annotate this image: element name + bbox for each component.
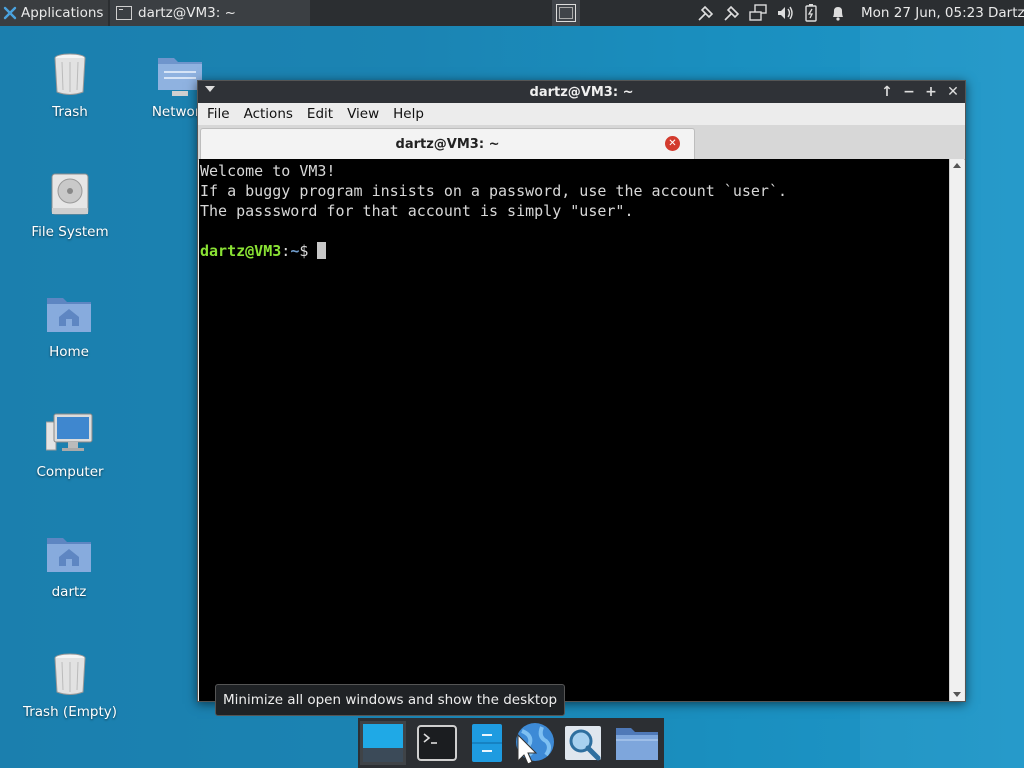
network-disconnected-icon[interactable] [696,3,716,23]
terminal-icon [417,725,457,761]
window-menu-icon[interactable] [205,86,215,92]
desktop-icon-label: Trash (Empty) [22,704,118,720]
window-title: dartz@VM3: ~ [529,84,634,100]
terminal-icon [116,6,132,20]
top-panel: Applications dartz@VM3: ~ Mon 27 Jun, 05… [0,0,1024,26]
terminal-line: Welcome to VM3! [200,162,336,180]
terminal-tab[interactable]: dartz@VM3: ~ ✕ [200,128,695,159]
show-desktop-icon [363,724,403,762]
xfce-mouse-icon [3,6,17,20]
user-menu[interactable]: Dartz [988,0,1024,26]
desktop-icon-dartz[interactable]: dartz [19,530,119,600]
window-titlebar[interactable]: dartz@VM3: ~ ↑ − + ✕ [198,81,965,103]
home-folder-icon [47,538,91,572]
web-browser-icon [516,723,554,765]
minimize-button[interactable]: − [898,81,920,103]
home-folder-icon [47,298,91,332]
tab-title: dartz@VM3: ~ [395,136,500,152]
tab-close-icon[interactable]: ✕ [665,136,680,151]
scroll-down-arrow-icon[interactable] [953,692,961,697]
desktop-icon-label: File System [31,224,109,240]
desktop-icon-label: Computer [36,464,104,480]
dock-file-manager-button[interactable] [464,721,510,765]
menu-actions[interactable]: Actions [237,106,300,122]
terminal-prompt-line: dartz@VM3:~$ [200,241,950,261]
text-cursor [317,242,327,259]
dock-show-desktop-button[interactable] [360,721,406,765]
app-finder-icon [565,726,601,761]
desktop-icon-label: dartz [51,584,87,600]
computer-icon [46,413,93,451]
show-desktop-button[interactable] [552,0,580,26]
volume-icon[interactable] [775,3,795,23]
battery-icon[interactable] [801,3,821,23]
applications-menu[interactable]: Applications [0,0,108,26]
desktop-icon-trash-empty[interactable]: Trash (Empty) [20,650,120,720]
dock-app-finder-button[interactable] [560,721,606,765]
menu-edit[interactable]: Edit [300,106,340,122]
terminal-output[interactable]: Welcome to VM3! If a buggy program insist… [199,159,950,701]
tab-bar: dartz@VM3: ~ ✕ [198,125,965,160]
scroll-up-arrow-icon[interactable] [953,163,961,168]
desktop-icon-file-system[interactable]: File System [20,170,120,240]
applications-label: Applications [21,5,104,21]
desktop-icon-home[interactable]: Home [19,290,119,360]
folder-icon [616,728,658,760]
desktop-icon-trash[interactable]: Trash [20,50,120,120]
dock-terminal-button[interactable] [414,721,460,765]
clock[interactable]: Mon 27 Jun, 05:23 [861,0,984,26]
menu-bar: File Actions Edit View Help [198,103,965,125]
hard-drive-icon [51,173,89,215]
dock-folder-button[interactable] [614,721,660,765]
menu-file[interactable]: File [200,106,237,122]
trash-icon [54,53,86,95]
maximize-button[interactable]: + [920,81,942,103]
menu-help[interactable]: Help [386,106,431,122]
taskbar-terminal-button[interactable]: dartz@VM3: ~ [110,0,310,26]
prompt-colon: : [281,242,291,260]
taskbar-terminal-label: dartz@VM3: ~ [138,5,236,21]
desktop-icon-computer[interactable]: Computer [20,410,120,480]
network-wired-icon[interactable] [748,3,768,23]
file-manager-icon [472,724,502,762]
dock-web-browser-button[interactable] [511,721,557,765]
terminal-line: If a buggy program insists on a password… [200,182,787,200]
terminal-window: dartz@VM3: ~ ↑ − + ✕ File Actions Edit V… [197,80,966,702]
trash-icon [54,653,86,695]
desktop-icon-label: Trash [52,104,88,120]
prompt-user: dartz@VM3 [200,242,282,260]
network-disconnected-icon[interactable] [722,3,742,23]
prompt-path: ~ [290,242,300,260]
terminal-line: The passsword for that account is simply… [200,202,634,220]
vertical-scrollbar[interactable] [949,159,964,701]
bottom-dock [358,718,664,768]
tooltip: Minimize all open windows and show the d… [215,684,566,716]
menu-view[interactable]: View [340,106,386,122]
notification-bell-icon[interactable] [828,3,848,23]
shade-window-button[interactable]: ↑ [876,81,898,103]
prompt-symbol: $ [299,242,318,260]
desktop-icon-label: Home [49,344,89,360]
show-desktop-icon [556,4,576,22]
close-button[interactable]: ✕ [942,81,964,103]
